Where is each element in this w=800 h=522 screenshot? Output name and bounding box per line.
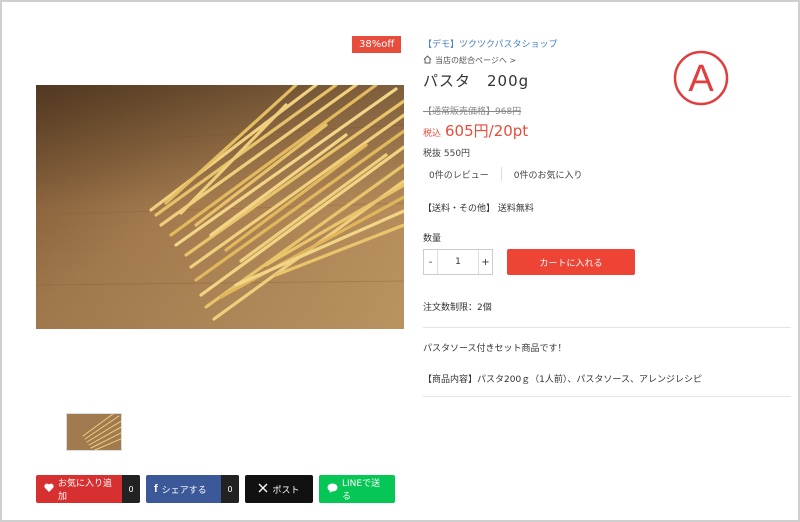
logo-letter: A xyxy=(688,58,714,100)
price-without-tax: 税抜 550円 xyxy=(423,149,471,159)
logo-a: A xyxy=(673,50,729,106)
sale-price: 605円/20pt xyxy=(445,122,529,140)
line-icon xyxy=(327,483,338,496)
divider xyxy=(423,396,791,397)
review-count-link[interactable]: 0件のレビュー xyxy=(423,168,495,181)
home-icon xyxy=(423,55,432,66)
divider xyxy=(423,327,791,328)
add-to-cart-button[interactable]: カートに入れる xyxy=(507,249,635,275)
facebook-icon: f xyxy=(154,483,158,495)
quantity-increase-button[interactable]: + xyxy=(478,250,492,274)
facebook-share-button[interactable]: f シェアする 0 xyxy=(146,475,239,503)
share-buttons: お気に入り追加 0 f シェアする 0 ポスト LINEで送る xyxy=(36,475,395,503)
price-prefix: 税込 xyxy=(423,129,442,139)
favorite-label: お気に入り追加 xyxy=(58,479,113,502)
product-contents: 【商品内容】パスタ200ｇ（1人前）、パスタソース、アレンジレシピ xyxy=(423,375,702,385)
favorite-button[interactable]: お気に入り追加 0 xyxy=(36,475,140,503)
favorite-count-link[interactable]: 0件のお気に入り xyxy=(508,168,589,181)
quantity-input[interactable]: 1 xyxy=(438,250,478,274)
line-send-label: LINEで送る xyxy=(342,479,381,502)
quantity-label: 数量 xyxy=(423,234,442,244)
product-title: パスタ 200g xyxy=(423,72,530,90)
discount-badge: 38%off xyxy=(352,36,402,53)
quantity-decrease-button[interactable]: - xyxy=(424,250,438,274)
product-description: パスタソース付きセット商品です！ xyxy=(423,344,567,354)
product-thumbnail[interactable] xyxy=(66,413,122,451)
facebook-share-label: シェアする xyxy=(161,485,207,496)
regular-price: 【通常販売価格】968円 xyxy=(423,107,522,117)
favorite-count: 0 xyxy=(122,475,140,503)
x-post-button[interactable]: ポスト xyxy=(245,475,313,503)
price-row: 税込 605円/20pt xyxy=(423,120,528,141)
product-main-image[interactable] xyxy=(36,85,404,329)
x-post-label: ポスト xyxy=(272,485,300,496)
page-frame: 38%off お気に入り追加 0 f シェアする 0 ポスト LINEで送る 【… xyxy=(0,0,800,522)
shop-name-link[interactable]: 【デモ】ツクツクパスタショップ xyxy=(423,37,558,50)
quantity-stepper: - 1 + xyxy=(423,249,493,275)
x-icon xyxy=(258,483,268,496)
order-limit: 注文数制限：2個 xyxy=(423,303,492,313)
home-link[interactable]: 当店の総合ページへ > xyxy=(423,55,516,66)
shipping-info: 【送料・その他】 送料無料 xyxy=(423,204,534,214)
stats-divider xyxy=(500,167,502,181)
heart-icon xyxy=(44,483,54,495)
home-link-label: 当店の総合ページへ > xyxy=(435,56,517,65)
product-stats: 0件のレビュー 0件のお気に入り xyxy=(423,167,588,181)
facebook-share-count: 0 xyxy=(221,475,239,503)
line-send-button[interactable]: LINEで送る xyxy=(319,475,395,503)
